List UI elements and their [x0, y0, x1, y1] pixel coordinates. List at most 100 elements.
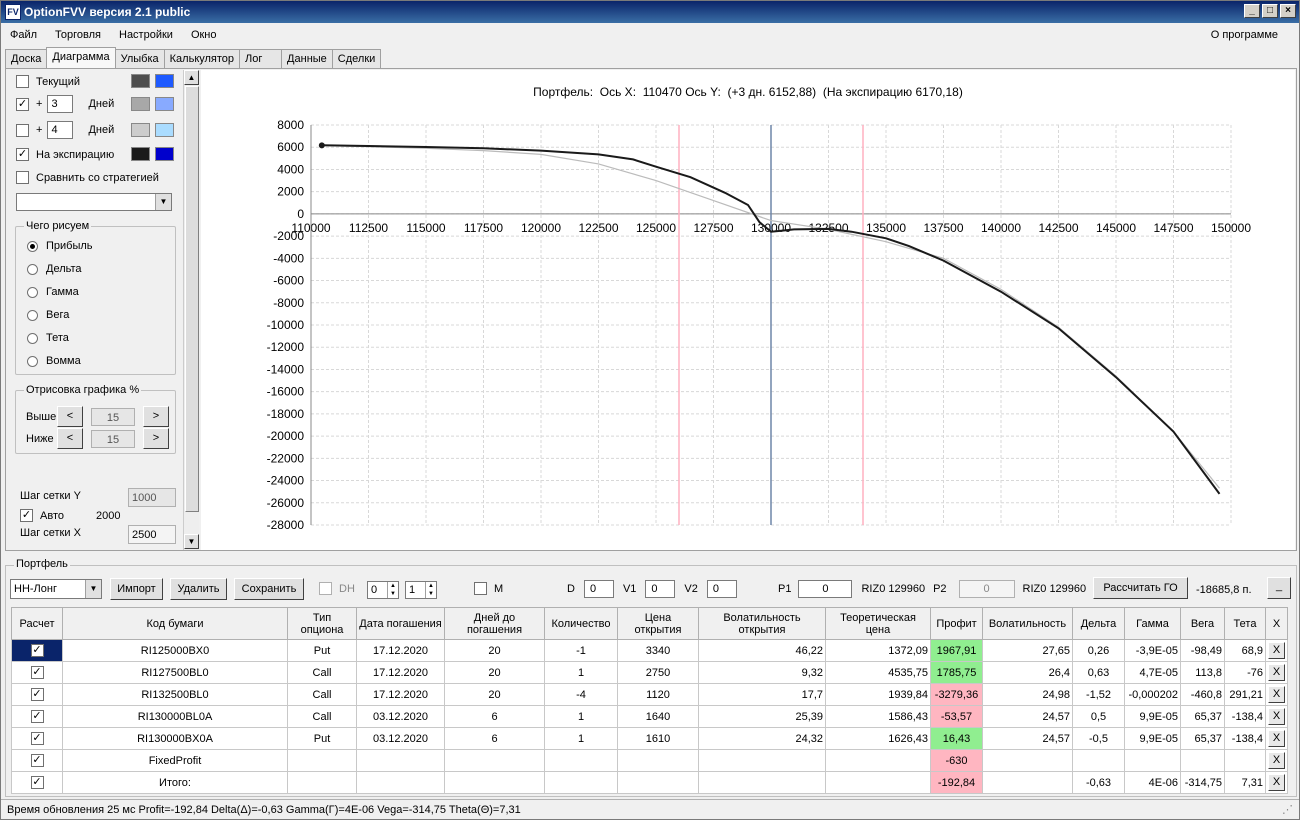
cell-type[interactable]: Call [287, 661, 357, 684]
col-theta[interactable]: Тета [1224, 607, 1266, 640]
cell-vol[interactable] [982, 771, 1073, 794]
col-delta[interactable]: Дельта [1072, 607, 1125, 640]
collapse-button[interactable]: _ [1267, 577, 1291, 599]
cell-vega[interactable]: -98,49 [1180, 639, 1225, 662]
cell-vol[interactable] [982, 749, 1073, 772]
cell-gamma[interactable]: 9,9E-05 [1124, 727, 1181, 750]
delete-row-icon[interactable]: X [1268, 664, 1285, 681]
radio-vomma[interactable] [27, 355, 38, 367]
dh-checkbox[interactable] [319, 582, 332, 595]
cell-vol-open[interactable]: 25,39 [698, 705, 826, 728]
days1-checkbox[interactable]: ✓ [16, 97, 29, 111]
col-date[interactable]: Дата погашения [356, 607, 445, 640]
cell-profit[interactable]: -3279,36 [930, 683, 983, 706]
delete-row-icon[interactable]: X [1268, 686, 1285, 703]
tab-smile[interactable]: Улыбка [114, 49, 165, 68]
cell-gamma[interactable]: 4E-06 [1124, 771, 1181, 794]
v1-input[interactable]: 0 [645, 580, 676, 598]
cell-theta[interactable]: 68,9 [1224, 639, 1266, 662]
spin1-arrows-icon[interactable]: ▲ ▼ [387, 582, 398, 598]
table-row[interactable]: ✓ RI130000BX0A Put 03.12.2020 6 1 1610 24,32 162… [11, 727, 1288, 750]
cell-code[interactable]: RI127500BL0 [62, 661, 288, 684]
scroll-up-icon[interactable]: ▲ [184, 70, 199, 85]
cell-qty[interactable]: -1 [544, 639, 618, 662]
close-icon[interactable]: × [1280, 4, 1296, 18]
cell-qty[interactable]: 1 [544, 661, 618, 684]
cell-vega[interactable]: -314,75 [1180, 771, 1225, 794]
cell-days[interactable] [444, 771, 545, 794]
cell-delta[interactable]: -0,5 [1072, 727, 1125, 750]
cell-calc[interactable]: ✓ [11, 661, 63, 684]
row-calc-checkbox[interactable]: ✓ [30, 732, 44, 745]
cell-vol-open[interactable]: 46,22 [698, 639, 826, 662]
cell-theor[interactable] [825, 749, 931, 772]
current-checkbox[interactable] [16, 75, 29, 88]
cell-delta[interactable] [1072, 749, 1125, 772]
menu-window[interactable]: Окно [182, 29, 226, 41]
delete-row-icon[interactable]: X [1268, 752, 1285, 769]
below-increase-button[interactable]: > [143, 428, 169, 449]
delete-row-icon[interactable]: X [1268, 708, 1285, 725]
p1-input[interactable]: 0 [798, 580, 853, 598]
days2-color-swatch-1[interactable] [131, 123, 150, 137]
profit-chart[interactable]: 110000 112500 115000 117500 120000 122500 1250… [201, 70, 1295, 550]
radio-theta[interactable] [27, 332, 38, 344]
settings-scrollbar[interactable]: ▲ ▼ [183, 70, 199, 550]
menu-settings[interactable]: Настройки [110, 29, 182, 41]
col-calc[interactable]: Расчет [11, 607, 63, 640]
cell-gamma[interactable]: -0,000202 [1124, 683, 1181, 706]
cell-date[interactable]: 03.12.2020 [356, 727, 445, 750]
import-button[interactable]: Импорт [110, 578, 163, 600]
cell-type[interactable]: Call [287, 705, 357, 728]
cell-calc[interactable]: ✓ [11, 749, 63, 772]
cell-vol[interactable]: 24,98 [982, 683, 1073, 706]
expiry-checkbox[interactable]: ✓ [16, 148, 29, 161]
spin1-input[interactable]: 0 ▲ ▼ [367, 581, 399, 599]
cell-date[interactable]: 17.12.2020 [356, 661, 445, 684]
row-calc-checkbox[interactable]: ✓ [30, 710, 44, 723]
above-decrease-button[interactable]: < [57, 406, 83, 427]
delete-row-icon[interactable]: X [1268, 774, 1285, 791]
row-calc-checkbox[interactable]: ✓ [30, 688, 44, 701]
cell-calc[interactable]: ✓ [11, 771, 63, 794]
spin2-arrows-icon[interactable]: ▲ ▼ [425, 582, 436, 598]
scroll-down-icon[interactable]: ▼ [184, 534, 199, 549]
cell-theta[interactable]: 7,31 [1224, 771, 1266, 794]
tab-log[interactable]: Лог [239, 49, 283, 68]
tab-data[interactable]: Данные [281, 49, 333, 68]
row-calc-checkbox[interactable]: ✓ [30, 754, 44, 767]
cell-qty[interactable] [544, 771, 618, 794]
compare-checkbox[interactable] [16, 171, 29, 184]
cell-qty[interactable]: -4 [544, 683, 618, 706]
cell-code[interactable]: RI130000BX0A [62, 727, 288, 750]
cell-date[interactable]: 17.12.2020 [356, 639, 445, 662]
above-increase-button[interactable]: > [143, 406, 169, 427]
cell-date[interactable] [356, 749, 445, 772]
cell-calc[interactable]: ✓ [11, 683, 63, 706]
menu-about[interactable]: О программе [1202, 29, 1287, 41]
col-code[interactable]: Код бумаги [62, 607, 288, 640]
tab-deals[interactable]: Сделки [331, 49, 382, 68]
cell-days[interactable]: 20 [444, 683, 545, 706]
cell-price[interactable]: 3340 [617, 639, 699, 662]
table-row[interactable]: ✓ RI130000BL0A Call 03.12.2020 6 1 1640 25,39 15… [11, 705, 1288, 728]
cell-theta[interactable]: -76 [1224, 661, 1266, 684]
cell-vol[interactable]: 24,57 [982, 705, 1073, 728]
cell-vol-open[interactable]: 17,7 [698, 683, 826, 706]
cell-calc[interactable]: ✓ [11, 727, 63, 750]
table-row[interactable]: ✓ RI132500BL0 Call 17.12.2020 20 -4 1120 17,7 19… [11, 683, 1288, 706]
col-gamma[interactable]: Гамма [1124, 607, 1181, 640]
cell-vol[interactable]: 24,57 [982, 727, 1073, 750]
cell-date[interactable] [356, 771, 445, 794]
cell-delta[interactable]: 0,5 [1072, 705, 1125, 728]
col-qty[interactable]: Количество [544, 607, 618, 640]
cell-profit[interactable]: 16,43 [930, 727, 983, 750]
cell-calc[interactable]: ✓ [11, 639, 63, 662]
expiry-color-swatch-1[interactable] [131, 147, 150, 161]
col-vega[interactable]: Вега [1180, 607, 1225, 640]
cell-qty[interactable]: 1 [544, 705, 618, 728]
cell-theta[interactable] [1224, 749, 1266, 772]
cell-date[interactable]: 03.12.2020 [356, 705, 445, 728]
col-price[interactable]: Цена открытия [617, 607, 699, 640]
cell-theor[interactable]: 1372,09 [825, 639, 931, 662]
